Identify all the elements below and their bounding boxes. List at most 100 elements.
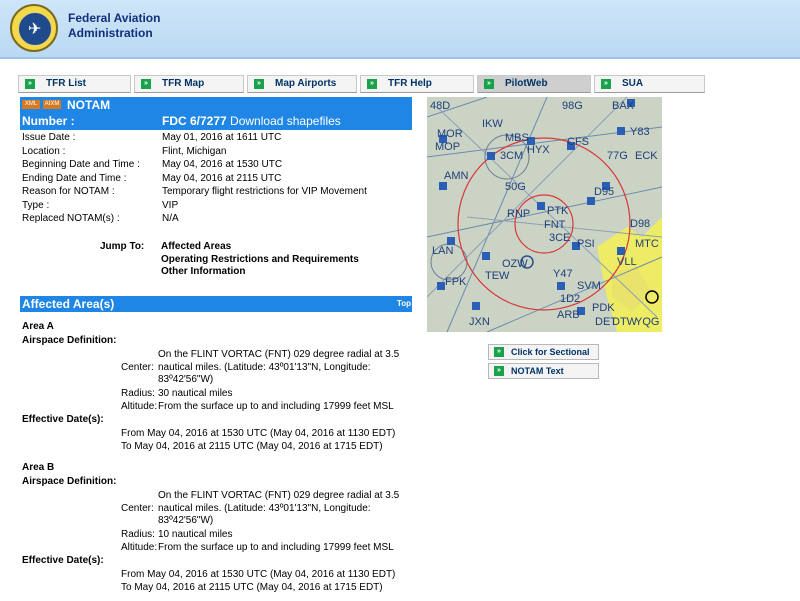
map-label: 3CM (500, 150, 523, 162)
effective-from: From May 04, 2016 at 1530 UTC (May 04, 2… (121, 428, 396, 439)
notam-header: XML AIXM NOTAM Number : FDC 6/7277 Downl… (20, 97, 412, 130)
tfr-map-thumbnail[interactable]: 48D 98G BAX MOR IKW MBS CFS Y83 MOP 3CM … (427, 97, 662, 332)
detail-value: Temporary flight restrictions for VIP Mo… (162, 186, 367, 197)
arrow-bullet-icon: » (367, 79, 377, 89)
jump-to-label: Jump To: (100, 241, 145, 252)
click-for-sectional-button[interactable]: » Click for Sectional (488, 344, 599, 360)
map-label: ARB (557, 309, 580, 321)
arrow-bullet-icon: » (494, 347, 504, 357)
map-label: ECK (635, 150, 658, 162)
map-label: CFS (567, 136, 589, 148)
center-line3: 83º42'56"W) (158, 374, 214, 385)
map-label: MBS (505, 132, 529, 144)
header-divider (0, 57, 800, 59)
top-link[interactable]: Top (397, 299, 411, 308)
detail-key: Replaced NOTAM(s) : (22, 213, 120, 224)
area-a-title: Area A (22, 321, 54, 332)
xml-download-icon[interactable]: XML (22, 100, 40, 109)
button-label: NOTAM Text (511, 366, 564, 376)
notam-title: NOTAM (67, 98, 111, 112)
arrow-bullet-icon: » (141, 79, 151, 89)
jump-links: Affected Areas Operating Restrictions an… (161, 241, 359, 279)
brand-line2: Administration (68, 26, 153, 40)
map-label: 3CE (549, 232, 570, 244)
effective-dates-label: Effective Date(s): (22, 555, 104, 566)
tab-tfr-help[interactable]: » TFR Help (360, 75, 474, 93)
center-line1: On the FLINT VORTAC (FNT) 029 degree rad… (158, 349, 400, 360)
seal-inner: ✈ (18, 12, 52, 46)
tab-label: Map Airports (275, 78, 337, 89)
tab-label: SUA (622, 78, 644, 89)
tab-map-airports[interactable]: » Map Airports (247, 75, 357, 93)
aixm-download-icon[interactable]: AIXM (43, 100, 61, 109)
arrow-bullet-icon: » (484, 79, 494, 89)
tab-sua[interactable]: » SUA (594, 75, 705, 93)
map-label: 77G (607, 150, 628, 162)
map-label: VLL (617, 256, 637, 268)
map-label: JXN (469, 316, 490, 328)
detail-value: May 01, 2016 at 1611 UTC (162, 132, 282, 143)
notam-number: FDC 6/7277 Download shapefiles (162, 114, 341, 128)
detail-key: Reason for NOTAM : (22, 186, 115, 197)
tab-tfr-map[interactable]: » TFR Map (134, 75, 244, 93)
center-line2: nautical miles. (Latitude: 43º01'13"N, L… (158, 362, 371, 373)
map-label: PTK (547, 205, 569, 217)
center-line3: 83º42'56"W) (158, 515, 214, 526)
altitude-value: From the surface up to and including 179… (158, 542, 394, 553)
center-label: Center: (121, 503, 154, 514)
map-label: Y47 (553, 268, 573, 280)
altitude-label: Altitude: (121, 542, 158, 553)
map-label: MTC (635, 238, 659, 250)
arrow-bullet-icon: » (25, 79, 35, 89)
radius-label: Radius: (121, 388, 155, 399)
affected-areas-header: Affected Area(s) Top (20, 296, 412, 312)
detail-value: May 04, 2016 at 2115 UTC (162, 172, 282, 184)
map-label: Y83 (630, 126, 650, 138)
effective-dates-label: Effective Date(s): (22, 414, 104, 425)
jump-link-other-information[interactable]: Other Information (161, 266, 359, 279)
arrow-bullet-icon: » (254, 79, 264, 89)
download-shapefiles-link[interactable]: Download shapefiles (230, 114, 341, 128)
effective-from: From May 04, 2016 at 1530 UTC (May 04, 2… (121, 569, 396, 580)
map-label: D98 (630, 218, 650, 230)
tab-label: PilotWeb (505, 78, 548, 89)
map-label: MOR (437, 128, 463, 140)
map-label: PSI (577, 238, 595, 250)
tab-pilotweb[interactable]: » PilotWeb (477, 75, 591, 93)
map-label: SVM (577, 280, 601, 292)
detail-key: Ending Date and Time : (22, 172, 127, 184)
radius-value: 10 nautical miles (158, 529, 233, 540)
effective-to: To May 04, 2016 at 2115 UTC (May 04, 201… (121, 441, 383, 452)
tab-tfr-list[interactable]: » TFR List (18, 75, 131, 93)
faa-seal-logo[interactable]: ✈ (10, 4, 58, 52)
notam-text-button[interactable]: » NOTAM Text (488, 363, 599, 379)
effective-to: To May 04, 2016 at 2115 UTC (May 04, 201… (121, 582, 383, 593)
detail-value: Flint, Michigan (162, 145, 227, 157)
notam-id: FDC 6/7277 (162, 114, 227, 128)
detail-key: Type : (22, 199, 50, 211)
map-label: 1D2 (560, 293, 580, 305)
arrow-bullet-icon: » (494, 366, 504, 376)
map-label: PDK (592, 302, 615, 314)
button-label: Click for Sectional (511, 347, 590, 357)
map-label: MOP (435, 141, 460, 153)
jump-link-operating-restrictions[interactable]: Operating Restrictions and Requirements (161, 254, 359, 267)
map-label: FPK (445, 276, 467, 288)
detail-value: N/A (162, 213, 179, 224)
jump-link-affected-areas[interactable]: Affected Areas (161, 241, 359, 254)
map-label: RNP (507, 208, 530, 220)
area-b-title: Area B (22, 462, 55, 473)
map-label: YQG (635, 316, 659, 328)
sectional-map: 48D 98G BAX MOR IKW MBS CFS Y83 MOP 3CM … (427, 97, 662, 332)
tab-label: TFR Help (388, 78, 432, 89)
brand-name[interactable]: Federal Aviation Administration (68, 11, 160, 41)
detail-value: VIP (162, 199, 179, 211)
altitude-label: Altitude: (121, 401, 158, 412)
map-label: BAX (612, 100, 635, 112)
airplane-icon: ✈ (28, 21, 42, 38)
number-label: Number : (22, 114, 75, 128)
map-label: 50G (505, 181, 526, 193)
airspace-definition-label: Airspace Definition: (22, 476, 117, 487)
center-line1: On the FLINT VORTAC (FNT) 029 degree rad… (158, 490, 400, 501)
detail-value: May 04, 2016 at 1530 UTC (162, 159, 283, 170)
